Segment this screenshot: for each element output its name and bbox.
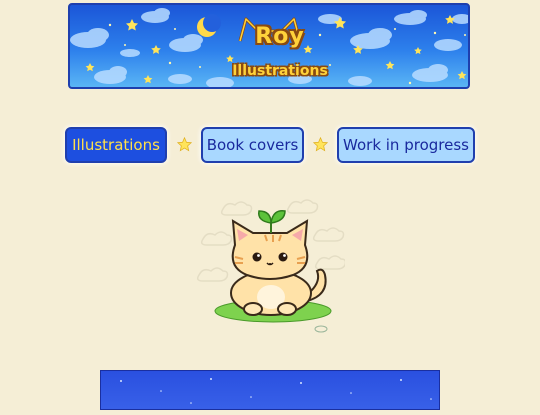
logo-title: Roy bbox=[255, 24, 305, 49]
crescent-moon-icon bbox=[197, 14, 221, 37]
header-banner: Roy Illustrations bbox=[68, 3, 470, 89]
panel-starfield bbox=[120, 378, 432, 404]
star-icon bbox=[313, 137, 328, 152]
nav-button-illustrations[interactable]: Illustrations bbox=[65, 127, 167, 163]
nav-label-book-covers: Book covers bbox=[206, 136, 299, 154]
nav-button-book-covers[interactable]: Book covers bbox=[201, 127, 304, 163]
content-panel bbox=[100, 370, 440, 410]
nav-button-work-in-progress[interactable]: Work in progress bbox=[337, 127, 475, 163]
logo-subtitle: Illustrations bbox=[232, 63, 328, 79]
nav-label-illustrations: Illustrations bbox=[72, 136, 160, 154]
star-icon bbox=[177, 137, 192, 152]
hero-cat-illustration bbox=[196, 199, 345, 333]
nav-label-work-in-progress: Work in progress bbox=[343, 136, 469, 154]
